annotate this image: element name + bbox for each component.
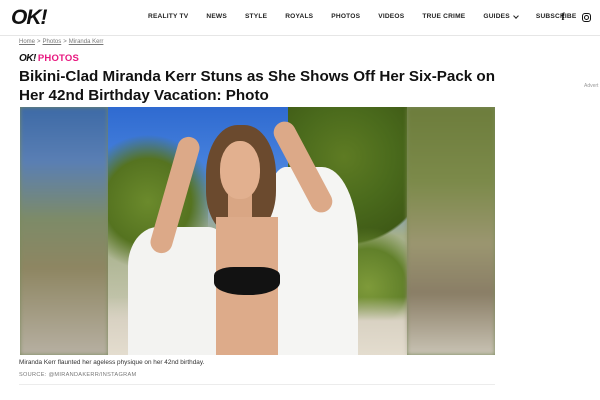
instagram-glyph <box>581 12 591 22</box>
nav-news[interactable]: NEWS <box>206 13 227 20</box>
breadcrumb-photos[interactable]: Photos <box>43 39 62 45</box>
hero-blur-right <box>407 107 495 355</box>
image-source: SOURCE: @MIRANDAKERR/INSTAGRAM <box>19 372 137 378</box>
chevron-down-icon <box>513 12 519 19</box>
hero-blur-left <box>20 107 108 355</box>
hero-image <box>20 107 495 355</box>
photo-shirt <box>128 227 228 355</box>
breadcrumb-home[interactable]: Home <box>19 39 35 45</box>
nav-photos[interactable]: PHOTOS <box>331 13 360 20</box>
breadcrumb: Home > Photos > Miranda Kerr <box>19 39 103 45</box>
divider <box>19 384 495 385</box>
section-kicker: OK! PHOTOS <box>19 53 79 64</box>
image-caption: Miranda Kerr flaunted her ageless physiq… <box>19 359 205 366</box>
nav-royals[interactable]: ROYALS <box>285 13 313 20</box>
kicker-logo: OK! <box>19 53 36 64</box>
nav-guides[interactable]: GUIDES <box>483 12 519 20</box>
ad-label: Advert <box>584 83 599 89</box>
photo-bikini <box>214 267 280 295</box>
photo-face <box>220 141 260 199</box>
kicker-photos-link[interactable]: PHOTOS <box>38 53 79 64</box>
breadcrumb-separator: > <box>37 39 41 45</box>
nav-videos[interactable]: VIDEOS <box>378 13 404 20</box>
article-headline: Bikini-Clad Miranda Kerr Stuns as She Sh… <box>19 68 495 104</box>
nav-true-crime[interactable]: TRUE CRIME <box>422 13 465 20</box>
site-header: OK! REALITY TV NEWS STYLE ROYALS PHOTOS … <box>0 0 600 36</box>
instagram-icon[interactable] <box>580 11 592 23</box>
site-logo[interactable]: OK! <box>11 6 47 30</box>
main-nav: REALITY TV NEWS STYLE ROYALS PHOTOS VIDE… <box>148 12 595 20</box>
nav-reality-tv[interactable]: REALITY TV <box>148 13 188 20</box>
nav-guides-label: GUIDES <box>483 13 510 20</box>
hero-photo <box>108 107 407 355</box>
facebook-icon[interactable]: f <box>557 11 569 23</box>
breadcrumb-miranda-kerr[interactable]: Miranda Kerr <box>69 39 104 45</box>
breadcrumb-separator: > <box>63 39 67 45</box>
nav-style[interactable]: STYLE <box>245 13 267 20</box>
